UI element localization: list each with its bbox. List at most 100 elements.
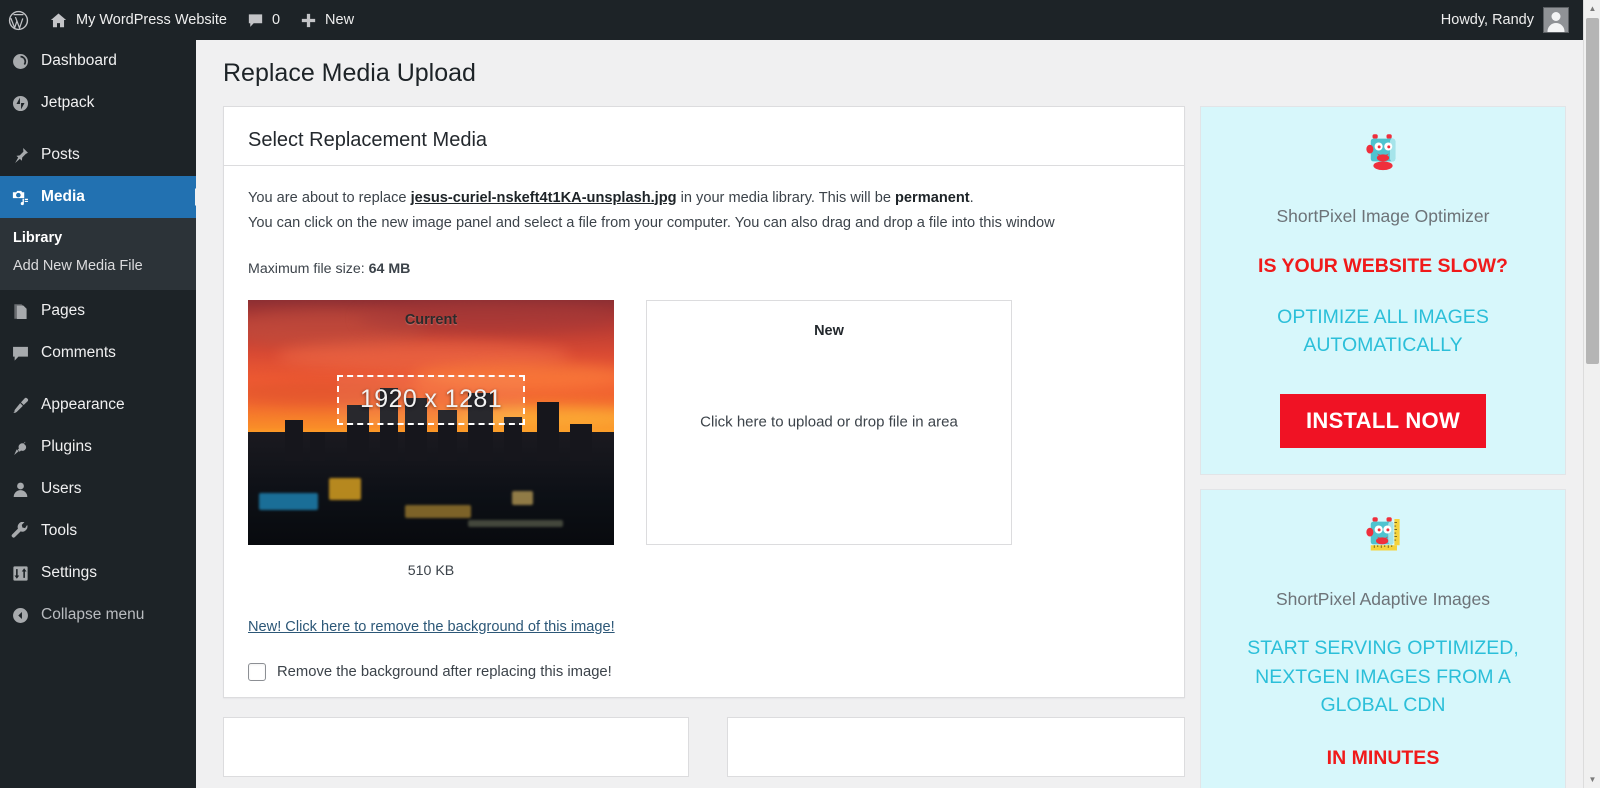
page-scrollbar[interactable]: ▲ ▼ (1583, 0, 1600, 788)
new-panel-label: New (814, 322, 844, 339)
intro-line-2: You can click on the new image panel and… (248, 214, 1055, 231)
scrollbar-thumb[interactable] (1586, 18, 1599, 364)
building-shape (537, 402, 560, 462)
sidebar-item-settings[interactable]: Settings (0, 552, 196, 594)
comments-button[interactable]: 0 (237, 0, 290, 40)
ad-shortpixel-adaptive-images: ShortPixel Adaptive Images START SERVING… (1200, 489, 1566, 788)
city-silhouette (248, 431, 614, 545)
sidebar-item-label: Users (41, 480, 82, 497)
new-media-dropzone[interactable]: New Click here to upload or drop file in… (646, 299, 1012, 545)
remove-background-link[interactable]: New! Click here to remove the background… (248, 619, 615, 635)
sidebar-item-label: Jetpack (41, 94, 95, 111)
site-name-button[interactable]: My WordPress Website (39, 0, 237, 40)
sidebar-item-label: Media (41, 188, 85, 205)
sidebar-item-library[interactable]: Library (0, 224, 196, 252)
select-replacement-media-box: Select Replacement Media You are about t… (223, 105, 1185, 698)
intro-text-1: You are about to replace (248, 189, 411, 206)
wordpress-logo-icon (8, 10, 29, 31)
sidebar-item-label: Settings (41, 564, 98, 581)
sidebar-item-tools[interactable]: Tools (0, 510, 196, 552)
intro-text-3: . (969, 189, 974, 206)
building-shape (570, 424, 593, 462)
user-icon (11, 480, 41, 499)
intro-text-2: in your media library. This will be (676, 189, 896, 206)
comment-bubble-icon (11, 344, 41, 363)
media-submenu: Library Add New Media File (0, 218, 196, 290)
new-content-label: New (325, 12, 355, 28)
scroll-up-arrow-icon[interactable]: ▲ (1584, 0, 1600, 17)
new-content-button[interactable]: New (290, 0, 364, 40)
ad-product-name: ShortPixel Adaptive Images (1275, 589, 1490, 610)
remove-background-checkbox-label[interactable]: Remove the background after replacing th… (277, 664, 612, 680)
wrench-icon (11, 521, 41, 541)
media-camera-music-icon (11, 188, 41, 207)
ad-headline-red: IN MINUTES (1326, 747, 1440, 770)
my-account-button[interactable]: Howdy, Randy (1431, 0, 1583, 40)
collapse-menu-button[interactable]: Collapse menu (0, 594, 196, 636)
plus-icon (300, 12, 317, 29)
current-filename: jesus-curiel-nskeft4t1KA-unsplash.jpg (410, 189, 677, 206)
sidebar-item-label: Plugins (41, 438, 92, 455)
box-body: You are about to replace jesus-curiel-ns… (224, 166, 1184, 681)
sidebar-item-label: Posts (41, 146, 80, 163)
sidebar-item-label: Appearance (41, 396, 125, 413)
sidebar-item-comments[interactable]: Comments (0, 332, 196, 374)
sidebar-item-plugins[interactable]: Plugins (0, 426, 196, 468)
ad-product-name: ShortPixel Image Optimizer (1276, 205, 1490, 226)
jetpack-bolt-icon (11, 94, 41, 113)
bottom-box-left (223, 716, 689, 777)
box-title: Select Replacement Media (224, 107, 1184, 166)
sidebar-item-posts[interactable]: Posts (0, 134, 196, 176)
sidebar-item-appearance[interactable]: Appearance (0, 384, 196, 426)
sidebar-item-add-new-media-file[interactable]: Add New Media File (0, 252, 196, 280)
current-image-thumbnail: Current 1920 x 1281 (248, 299, 614, 545)
content-area: Replace Media Upload Select Replacement … (196, 40, 1583, 788)
ad-headline-red: IS YOUR WEBSITE SLOW? (1258, 254, 1508, 277)
promo-sidebar: ShortPixel Image Optimizer IS YOUR WEBSI… (1200, 105, 1566, 788)
sidebar-item-label: Dashboard (41, 52, 117, 69)
sidebar-separator (0, 124, 196, 134)
wordpress-logo-button[interactable] (0, 0, 39, 40)
scroll-down-arrow-icon[interactable]: ▼ (1584, 771, 1600, 788)
page-title: Replace Media Upload (223, 59, 476, 87)
sliders-icon (11, 564, 41, 583)
plug-icon (11, 438, 41, 457)
remove-background-checkbox-row: Remove the background after replacing th… (248, 662, 1160, 681)
replace-intro-paragraph: You are about to replace jesus-curiel-ns… (248, 186, 1158, 236)
ad-shortpixel-image-optimizer: ShortPixel Image Optimizer IS YOUR WEBSI… (1200, 105, 1566, 476)
sidebar-item-label: Pages (41, 302, 85, 319)
image-dimensions-overlay: 1920 x 1281 (337, 374, 525, 425)
ad-headline-cyan: OPTIMIZE ALL IMAGES AUTOMATICALLY (1277, 305, 1489, 357)
collapse-menu-label: Collapse menu (41, 606, 145, 623)
current-panel-label: Current (404, 311, 458, 328)
avatar (1543, 7, 1569, 33)
comment-bubble-icon (247, 12, 264, 29)
current-media-panel: Current 1920 x 1281 510 KB (248, 299, 614, 579)
bottom-box-right (727, 716, 1185, 777)
home-icon (49, 11, 68, 30)
shortpixel-robot-ruler-icon (1355, 512, 1411, 568)
install-now-button[interactable]: INSTALL NOW (1279, 394, 1487, 449)
amber-light-glow (511, 490, 534, 506)
paintbrush-icon (11, 396, 41, 415)
comments-count: 0 (271, 12, 281, 28)
max-file-size: Maximum file size: 64 MB (248, 261, 1160, 277)
sidebar-item-users[interactable]: Users (0, 468, 196, 510)
sidebar-item-jetpack[interactable]: Jetpack (0, 82, 196, 124)
max-file-size-value: 64 MB (368, 260, 411, 277)
remove-background-checkbox[interactable] (248, 662, 266, 681)
sidebar-item-dashboard[interactable]: Dashboard (0, 40, 196, 82)
shortpixel-robot-icon (1355, 129, 1411, 185)
howdy-label: Howdy, Randy (1440, 12, 1534, 28)
bottom-boxes-row (223, 716, 1185, 777)
collapse-arrow-icon (11, 606, 41, 625)
image-dimensions-text: 1920 x 1281 (359, 385, 503, 414)
main-column: Select Replacement Media You are about t… (223, 105, 1185, 777)
road-glow (467, 520, 563, 528)
amber-light-glow (328, 478, 362, 501)
sidebar-item-pages[interactable]: Pages (0, 290, 196, 332)
site-name-label: My WordPress Website (76, 12, 227, 28)
admin-sidebar-menu: Dashboard Jetpack Posts Media Library Ad… (0, 40, 196, 788)
sidebar-item-media[interactable]: Media (0, 176, 196, 218)
dashboard-gauge-icon (11, 52, 41, 71)
